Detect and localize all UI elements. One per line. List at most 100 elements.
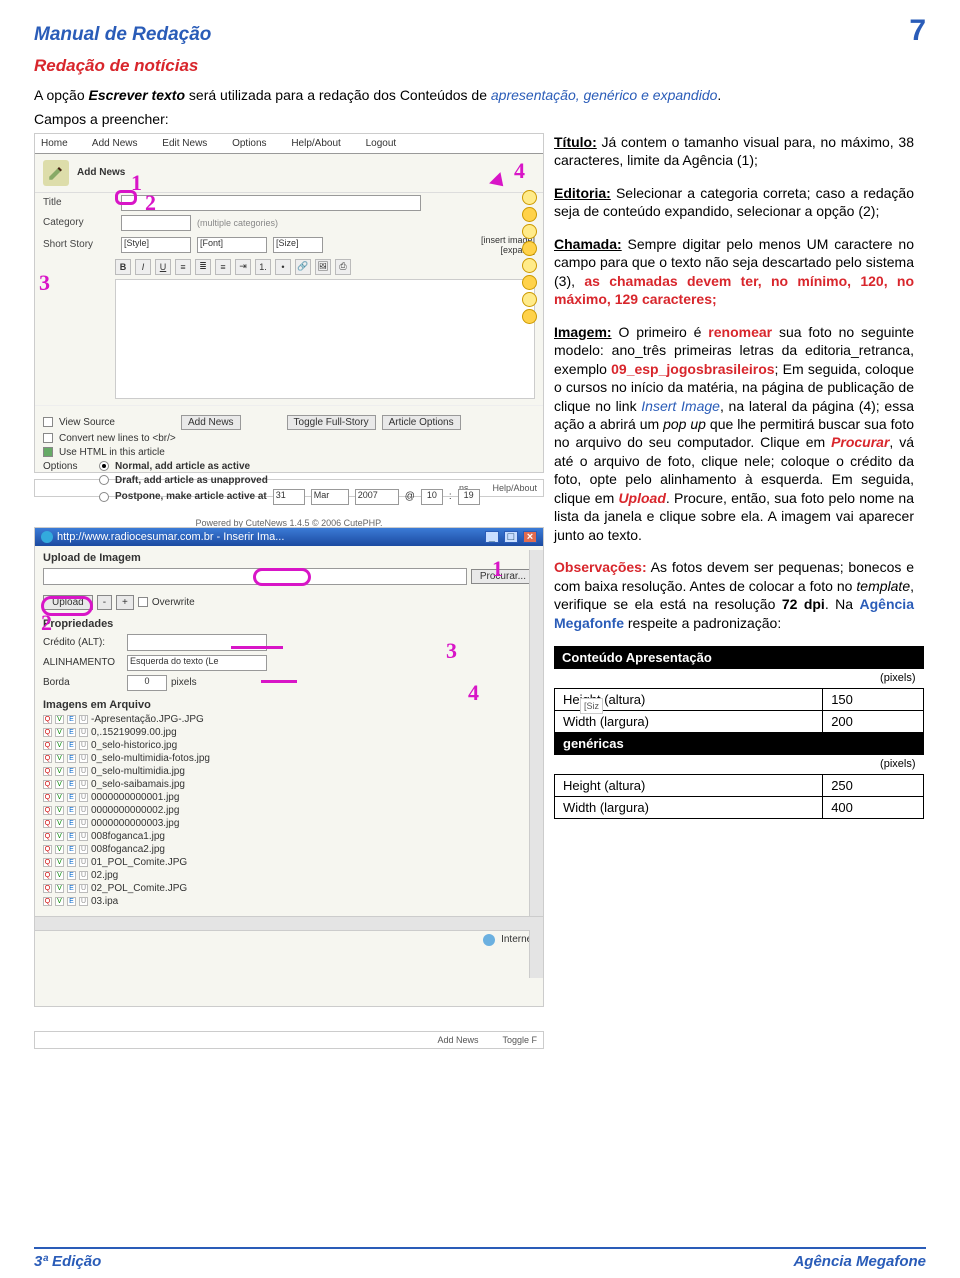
file-row[interactable]: QVEU0000000000002.jpg <box>43 804 535 817</box>
multi-categories-link[interactable]: (multiple categories) <box>197 218 278 228</box>
emoji-icon[interactable] <box>522 224 537 239</box>
menu-editnews[interactable]: Edit News <box>162 138 207 149</box>
file-row[interactable]: QVEU-Apresentação.JPG-.JPG <box>43 713 535 726</box>
strip-addnews: Add News <box>437 1035 478 1045</box>
view-source-check[interactable] <box>43 417 53 427</box>
emoji-icon[interactable] <box>522 292 537 307</box>
menu-addnews[interactable]: Add News <box>92 138 138 149</box>
overwrite-check[interactable] <box>138 597 148 607</box>
postpone-min[interactable]: 19 <box>458 489 480 505</box>
status-bar: Internet <box>35 930 543 949</box>
indent-button[interactable]: ⇥ <box>235 259 251 275</box>
emoji-icon[interactable] <box>522 190 537 205</box>
image-button[interactable]: 🖼 <box>315 259 331 275</box>
file-row[interactable]: QVEU0_selo-saibamais.jpg <box>43 778 535 791</box>
file-row[interactable]: QVEU0_selo-multimidia.jpg <box>43 765 535 778</box>
editor-area[interactable] <box>115 279 535 399</box>
font-select[interactable]: [Font] <box>197 237 267 253</box>
intro-paragraph: A opção Escrever texto será utilizada pa… <box>34 86 926 105</box>
field-title-input[interactable] <box>121 195 421 211</box>
menu-home[interactable]: Home <box>41 138 68 149</box>
size-select[interactable]: [Size] <box>273 237 323 253</box>
marker-3: 3 <box>39 270 50 296</box>
postpone-hour[interactable]: 10 <box>421 489 443 505</box>
field-category-label: Category <box>43 217 115 228</box>
link-button[interactable]: 🔗 <box>295 259 311 275</box>
ul-button[interactable]: • <box>275 259 291 275</box>
emoji-icon[interactable] <box>522 275 537 290</box>
postpone-year[interactable]: 2007 <box>355 489 399 505</box>
align-right-button[interactable]: ≡ <box>215 259 231 275</box>
footer-left: 3ª Edição <box>34 1253 101 1270</box>
file-row[interactable]: QVEU0_selo-multimidia-fotos.jpg <box>43 752 535 765</box>
addnews-heading: Add News <box>77 167 125 178</box>
file-row[interactable]: QVEU03.ipa <box>43 895 535 908</box>
field-category-select[interactable] <box>121 215 191 231</box>
plus-button[interactable]: + <box>116 595 134 610</box>
ie-icon <box>41 531 53 543</box>
style-select[interactable]: [Style] <box>121 237 191 253</box>
file-row[interactable]: QVEU0000000000003.jpg <box>43 817 535 830</box>
underline-button[interactable]: U <box>155 259 171 275</box>
convert-br-check[interactable] <box>43 433 53 443</box>
menu-help[interactable]: Help/About <box>291 138 340 149</box>
props-heading: Propriedades <box>35 612 543 632</box>
editor-toolbar: B I U ≡ ≣ ≡ ⇥ 1. • 🔗 🖼 ⎙ <box>35 257 543 277</box>
ol-button[interactable]: 1. <box>255 259 271 275</box>
normal-radio[interactable] <box>99 461 109 471</box>
obs-dpi: 72 dpi <box>782 596 825 612</box>
file-row[interactable]: QVEU02_POL_Comite.JPG <box>43 882 535 895</box>
marker-2: 2 <box>145 190 156 216</box>
upload-heading: Upload de Imagem <box>35 546 543 566</box>
chamada-red: as chamadas devem ter, no mínimo, 120, n… <box>554 273 914 307</box>
file-row[interactable]: QVEU008foganca2.jpg <box>43 843 535 856</box>
pixels-label: pixels <box>171 677 197 688</box>
minimize-button[interactable]: _ <box>485 531 499 543</box>
bold-button[interactable]: B <box>115 259 131 275</box>
marker-1: 1 <box>492 556 503 582</box>
menu-options[interactable]: Options <box>232 138 266 149</box>
cell-width-val2: 400 <box>823 796 924 818</box>
arrow-line <box>231 646 283 649</box>
use-html-check[interactable] <box>43 447 53 457</box>
draft-radio[interactable] <box>99 475 109 485</box>
file-row[interactable]: QVEU0,.15219099.00.jpg <box>43 726 535 739</box>
titulo-label: Título: <box>554 134 597 150</box>
imagem-procurar: Procurar <box>831 434 889 450</box>
close-button[interactable]: × <box>523 531 537 543</box>
file-row[interactable]: QVEU02.jpg <box>43 869 535 882</box>
screenshot-addnews: Home Add News Edit News Options Help/Abo… <box>34 133 544 473</box>
italic-button[interactable]: I <box>135 259 151 275</box>
postpone-day[interactable]: 31 <box>273 489 305 505</box>
toggle-fullstory-button[interactable]: Toggle Full-Story <box>287 415 376 430</box>
strip-toggle: Toggle F <box>502 1035 537 1045</box>
emoji-icon[interactable] <box>522 241 537 256</box>
file-row[interactable]: QVEU0_selo-historico.jpg <box>43 739 535 752</box>
file-row[interactable]: QVEU008foganca1.jpg <box>43 830 535 843</box>
align-center-button[interactable]: ≣ <box>195 259 211 275</box>
add-news-button[interactable]: Add News <box>181 415 241 430</box>
align-select[interactable]: Esquerda do texto (Le <box>127 655 267 671</box>
obs-label: Observações: <box>554 559 647 575</box>
emoji-icon[interactable] <box>522 258 537 273</box>
menu-logout[interactable]: Logout <box>366 138 397 149</box>
file-row[interactable]: QVEU0000000000001.jpg <box>43 791 535 804</box>
imagem-insert: Insert Image <box>641 398 720 414</box>
convert-br-label: Convert new lines to <br/> <box>59 433 176 444</box>
align-left-button[interactable]: ≡ <box>175 259 191 275</box>
emoji-icon[interactable] <box>522 207 537 222</box>
article-options-button[interactable]: Article Options <box>382 415 461 430</box>
partial-strip-bottom: Add News Toggle F <box>34 1031 544 1049</box>
partial-siz: [Siz <box>580 698 603 714</box>
print-button[interactable]: ⎙ <box>335 259 351 275</box>
scrollbar-h[interactable] <box>35 916 543 930</box>
scrollbar-v[interactable] <box>529 550 543 978</box>
file-row[interactable]: QVEU01_POL_Comite.JPG <box>43 856 535 869</box>
minus-button[interactable]: - <box>97 595 112 610</box>
maximize-button[interactable]: □ <box>504 531 518 543</box>
cell-height-label2: Height (altura) <box>555 774 823 796</box>
emoji-icon[interactable] <box>522 309 537 324</box>
border-input[interactable]: 0 <box>127 675 167 691</box>
postpone-month[interactable]: Mar <box>311 489 349 505</box>
postpone-radio[interactable] <box>99 492 109 502</box>
